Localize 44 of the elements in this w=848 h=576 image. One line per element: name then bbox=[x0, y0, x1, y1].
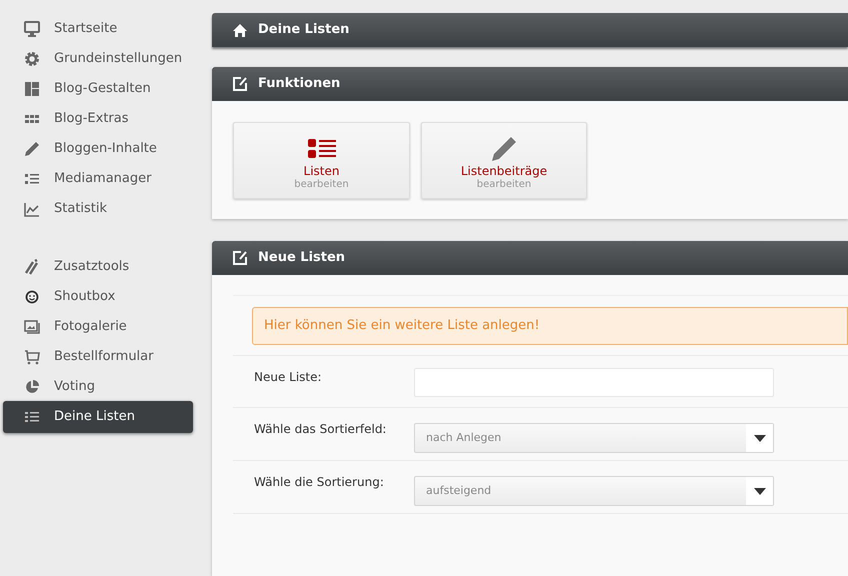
sidebar-item[interactable]: Startseite bbox=[3, 14, 193, 44]
layout-icon bbox=[24, 81, 40, 97]
sidebar-item[interactable]: Bloggen-Inhalte bbox=[3, 134, 193, 164]
sidebar-item[interactable]: Grundeinstellungen bbox=[3, 44, 193, 74]
home-icon bbox=[232, 22, 248, 38]
pencil-icon bbox=[491, 136, 517, 162]
edit-icon bbox=[232, 250, 248, 266]
list-icon bbox=[24, 409, 40, 425]
tools-icon bbox=[24, 259, 40, 275]
line-chart-icon bbox=[24, 201, 40, 217]
sidebar-item[interactable]: Fotogalerie bbox=[3, 312, 193, 342]
image-icon bbox=[24, 319, 40, 335]
function-tile[interactable]: Listen bearbeiten bbox=[233, 122, 410, 199]
caret-icon bbox=[754, 488, 766, 494]
sidebar-item[interactable]: Blog-Extras bbox=[3, 104, 193, 134]
select-dropdown[interactable]: aufsteigend bbox=[414, 476, 774, 506]
sidebar-item[interactable]: Blog-Gestalten bbox=[3, 74, 193, 104]
sidebar-item[interactable]: Shoutbox bbox=[3, 282, 193, 312]
text-field[interactable] bbox=[414, 368, 774, 397]
notice-text: Hier können Sie ein weitere Liste anlegen! bbox=[264, 317, 540, 336]
caret-icon bbox=[754, 434, 766, 442]
sidebar-item[interactable]: Deine Listen bbox=[3, 401, 193, 433]
list-icon bbox=[24, 171, 40, 187]
select-dropdown[interactable]: nach Anlegen bbox=[414, 423, 774, 453]
sidebar-item[interactable]: Voting bbox=[3, 372, 193, 402]
cart-icon bbox=[24, 349, 40, 365]
monitor-icon bbox=[24, 21, 40, 37]
breadcrumb-bar: Deine Listen bbox=[212, 13, 848, 47]
panel-header: Neue Listen bbox=[212, 241, 848, 275]
sidebar-item[interactable]: Zusatztools bbox=[3, 252, 193, 282]
list-icon bbox=[308, 139, 336, 159]
edit-icon bbox=[232, 76, 248, 92]
sidebar-item[interactable]: Statistik bbox=[3, 194, 193, 224]
field-label: Wähle das Sortierfeld: bbox=[254, 421, 388, 437]
function-tile[interactable]: Listenbeiträge bearbeiten bbox=[421, 122, 587, 199]
sidebar-item[interactable]: Mediamanager bbox=[3, 164, 193, 194]
pie-chart-icon bbox=[24, 379, 40, 395]
settings-icon bbox=[24, 51, 40, 67]
pencil-icon bbox=[24, 141, 40, 157]
field-label: Neue Liste: bbox=[254, 369, 323, 385]
sidebar-item[interactable]: Bestellformular bbox=[3, 342, 193, 372]
panel-header: Funktionen bbox=[212, 67, 848, 101]
field-label: Wähle die Sortierung: bbox=[254, 474, 385, 490]
smiley-icon bbox=[24, 289, 40, 305]
